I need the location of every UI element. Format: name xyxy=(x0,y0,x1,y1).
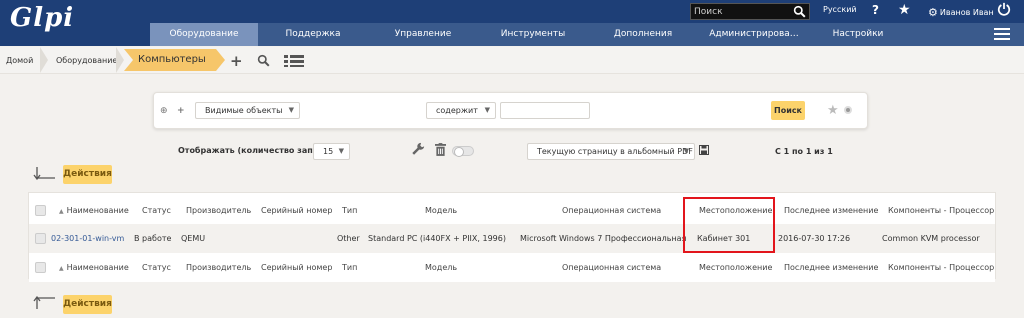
chevron-down-icon: ▼ xyxy=(338,147,344,155)
column-header-processor[interactable]: Компоненты - Процессор xyxy=(888,196,994,225)
breadcrumb-current: Компьютеры xyxy=(124,49,225,71)
search-button[interactable]: Поиск xyxy=(771,101,805,120)
actions-button-top[interactable]: Действия xyxy=(63,165,112,184)
top-bar: Русский ? ★ ⚙Иванов Иван xyxy=(0,0,1024,23)
column-header-serial[interactable]: Серийный номер xyxy=(261,196,332,225)
menu-item-plugins[interactable]: Дополнения xyxy=(588,23,698,46)
menu-item-setup[interactable]: Настройки xyxy=(810,23,906,46)
table-row: 02-301-01-win-vm В работе QEMU Other Sta… xyxy=(29,224,995,253)
column-header-model[interactable]: Модель xyxy=(425,253,457,282)
column-header-last-update[interactable]: Последнее изменение xyxy=(784,196,878,225)
cell-manufacturer: QEMU xyxy=(181,234,206,243)
list-view-icon[interactable] xyxy=(284,55,304,67)
search-operator-select[interactable]: содержит ▼ xyxy=(426,102,496,119)
breadcrumb-assets[interactable]: Оборудование xyxy=(56,53,117,68)
column-header-manufacturer[interactable]: Производитель xyxy=(186,253,251,282)
menu-item-administration[interactable]: Администрирова… xyxy=(698,23,810,46)
main-menu: Оборудование Поддержка Управление Инстру… xyxy=(150,23,1024,46)
search-field-select[interactable]: Видимые объекты ▼ xyxy=(195,102,300,119)
search-value-input[interactable] xyxy=(500,102,590,119)
column-header-type[interactable]: Тип xyxy=(342,196,357,225)
search-icon[interactable] xyxy=(793,5,806,18)
sort-icon: ▲ xyxy=(59,208,64,215)
cell-os: Microsoft Windows 7 Профессиональная xyxy=(520,234,687,243)
user-name: Иванов Иван xyxy=(939,8,994,17)
select-all-checkbox[interactable] xyxy=(35,205,46,216)
add-icon[interactable]: + xyxy=(230,52,243,70)
column-header-name[interactable]: ▲ Наименование xyxy=(59,253,129,282)
logo[interactable]: Glpi xyxy=(0,0,150,46)
column-header-serial[interactable]: Серийный номер xyxy=(261,253,332,282)
gear-icon: ⚙ xyxy=(928,6,938,19)
column-header-status[interactable]: Статус xyxy=(142,196,171,225)
help-icon[interactable]: ? xyxy=(872,3,879,17)
arrow-up-left-icon xyxy=(33,296,55,309)
actions-button-bottom[interactable]: Действия xyxy=(63,295,112,314)
column-header-manufacturer[interactable]: Производитель xyxy=(186,196,251,225)
logo-text: Glpi xyxy=(10,3,75,33)
column-header-label: Наименование xyxy=(66,263,129,272)
breadcrumb-home[interactable]: Домой xyxy=(6,53,33,68)
chevron-down-icon: ▼ xyxy=(288,106,294,114)
trash-icon[interactable] xyxy=(435,143,446,156)
export-format-select[interactable]: Текущую страницу в альбомный PDF ▼ xyxy=(527,143,695,160)
menu-item-assistance[interactable]: Поддержка xyxy=(258,23,368,46)
chevron-down-icon: ▼ xyxy=(683,147,689,155)
save-icon[interactable] xyxy=(699,145,709,155)
column-header-os[interactable]: Операционная система xyxy=(562,253,661,282)
column-header-name[interactable]: ▲ Наименование xyxy=(59,196,129,225)
menu-item-tools[interactable]: Инструменты xyxy=(478,23,588,46)
column-header-model[interactable]: Модель xyxy=(425,196,457,225)
language-link[interactable]: Русский xyxy=(823,5,857,14)
breadcrumb-separator xyxy=(40,47,48,73)
add-criteria-group-icon[interactable]: ⊕ xyxy=(160,106,168,116)
arrow-down-left-icon xyxy=(33,167,55,180)
cell-processor: Common KVM processor xyxy=(882,234,980,243)
column-header-os[interactable]: Операционная система xyxy=(562,196,661,225)
per-page-value: 15 xyxy=(323,147,334,156)
table-header: ▲ Наименование Статус Производитель Серий… xyxy=(29,196,995,225)
export-format-value: Текущую страницу в альбомный PDF xyxy=(537,147,693,156)
column-header-last-update[interactable]: Последнее изменение xyxy=(784,253,878,282)
computer-name-link[interactable]: 02-301-01-win-vm xyxy=(51,224,124,253)
breadcrumb-separator xyxy=(116,47,124,73)
per-page-select[interactable]: 15 ▼ xyxy=(313,143,350,160)
column-header-type[interactable]: Тип xyxy=(342,253,357,282)
chevron-down-icon: ▼ xyxy=(484,106,490,114)
reset-search-icon[interactable] xyxy=(844,106,852,114)
search-icon[interactable] xyxy=(257,54,270,67)
cell-model: Standard PC (i440FX + PIIX, 1996) xyxy=(368,234,506,243)
sort-icon: ▲ xyxy=(59,265,64,272)
location-highlight-box xyxy=(683,197,775,253)
add-criteria-icon[interactable]: + xyxy=(177,106,185,116)
menu-item-assets[interactable]: Оборудование xyxy=(150,23,258,46)
star-icon[interactable]: ★ xyxy=(898,2,911,18)
column-header-location[interactable]: Местоположение xyxy=(699,253,772,282)
column-header-status[interactable]: Статус xyxy=(142,253,171,282)
menu-item-management[interactable]: Управление xyxy=(368,23,478,46)
breadcrumb: Домой Оборудование Компьютеры xyxy=(0,47,1024,74)
wrench-icon[interactable] xyxy=(411,142,425,156)
save-search-star-icon[interactable]: ★ xyxy=(827,103,839,118)
cell-status: В работе xyxy=(134,234,172,243)
search-field-value: Видимые объекты xyxy=(205,106,283,115)
search-operator-value: содержит xyxy=(436,106,478,115)
column-header-processor[interactable]: Компоненты - Процессор xyxy=(888,253,994,282)
cell-last-update: 2016-07-30 17:26 xyxy=(778,234,851,243)
global-search-input[interactable] xyxy=(691,4,789,19)
cell-type: Other xyxy=(337,234,360,243)
pagination-info: С 1 по 1 из 1 xyxy=(775,147,833,156)
hamburger-menu-icon[interactable] xyxy=(994,28,1010,40)
column-header-label: Наименование xyxy=(66,206,129,215)
computers-table: ▲ Наименование Статус Производитель Серий… xyxy=(28,192,996,282)
row-checkbox[interactable] xyxy=(35,233,46,244)
search-criteria-panel: ⊕ + Видимые объекты ▼ содержит ▼ Поиск ★ xyxy=(153,92,868,129)
table-footer: ▲ Наименование Статус Производитель Серий… xyxy=(29,253,995,282)
global-search xyxy=(690,3,810,20)
logout-icon[interactable] xyxy=(997,2,1011,16)
select-all-checkbox[interactable] xyxy=(35,262,46,273)
toggle-switch[interactable] xyxy=(452,146,474,157)
user-menu[interactable]: ⚙ Иванов Иван xyxy=(928,5,994,19)
